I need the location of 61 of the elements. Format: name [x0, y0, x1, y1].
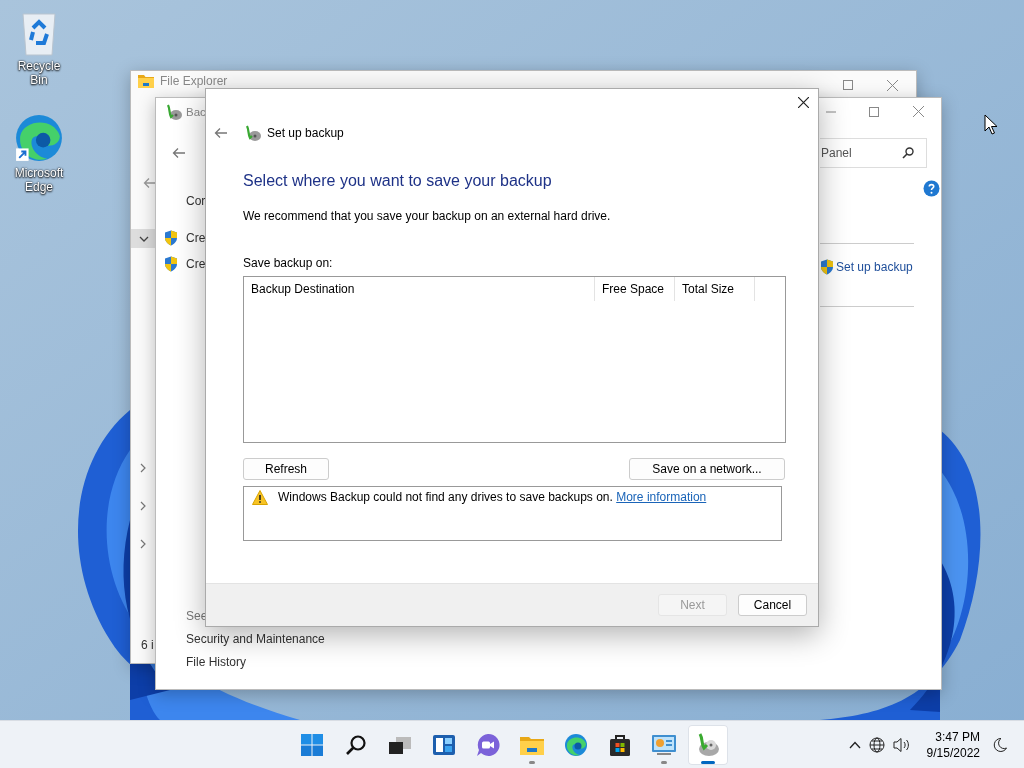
- chevron-right-icon[interactable]: [140, 501, 146, 511]
- description-text: We recommend that you save your backup on an external hard drive.: [243, 209, 611, 223]
- chevron-up-icon[interactable]: [848, 740, 861, 749]
- search-icon[interactable]: [345, 733, 367, 756]
- chevron-down-icon: [138, 235, 149, 242]
- refresh-button[interactable]: Refresh: [243, 458, 329, 480]
- search-field[interactable]: Panel: [820, 146, 902, 160]
- cursor-icon: [984, 114, 998, 135]
- search-icon[interactable]: [902, 147, 914, 159]
- close-icon: [887, 79, 898, 91]
- chevron-right-icon[interactable]: [140, 539, 146, 549]
- control-panel-icon[interactable]: [651, 733, 677, 756]
- task-link[interactable]: Cre: [186, 231, 206, 245]
- list-label: Save backup on:: [243, 256, 333, 270]
- close-icon: [797, 96, 809, 108]
- more-information-link[interactable]: More information: [616, 490, 707, 504]
- dialog-title: Set up backup: [267, 126, 344, 140]
- widgets-icon[interactable]: [432, 733, 456, 756]
- back-arrow-icon[interactable]: [143, 177, 156, 189]
- shield-icon: [164, 256, 178, 272]
- edge-icon[interactable]: [564, 732, 588, 757]
- folder-icon: [138, 74, 154, 88]
- back-arrow-icon[interactable]: [214, 127, 228, 139]
- recycle-bin-icon[interactable]: [19, 10, 59, 56]
- backup-icon: [244, 124, 262, 142]
- maximize-icon: [842, 80, 853, 90]
- globe-icon[interactable]: [868, 736, 885, 753]
- close-icon: [913, 106, 924, 117]
- see-also-link[interactable]: File History: [186, 655, 246, 669]
- setup-backup-link[interactable]: Set up backup: [836, 260, 913, 274]
- minimize-icon: [826, 110, 836, 113]
- backup-icon: [165, 102, 183, 121]
- window-title: File Explorer: [160, 74, 228, 88]
- back-arrow-icon[interactable]: [172, 147, 186, 159]
- chat-icon[interactable]: [476, 732, 500, 757]
- speaker-icon[interactable]: [892, 736, 911, 753]
- help-icon[interactable]: [923, 180, 940, 197]
- dialog-button[interactable]: Cancel: [738, 594, 807, 616]
- panel-heading: Cor: [186, 194, 206, 208]
- start-icon[interactable]: [301, 733, 323, 756]
- save-on-network-button[interactable]: Save on a network...: [629, 458, 785, 480]
- chevron-right-icon[interactable]: [140, 463, 146, 473]
- task-view-icon[interactable]: [388, 734, 412, 755]
- search-box[interactable]: Panel: [820, 138, 927, 168]
- window-title: Bac: [186, 105, 206, 118]
- shield-icon: [164, 230, 178, 246]
- store-icon[interactable]: [609, 732, 631, 757]
- edge-icon[interactable]: [14, 113, 64, 163]
- destination-list[interactable]: Backup Destination Free Space Total Size: [243, 276, 786, 443]
- expand-button[interactable]: [131, 229, 156, 248]
- warning-icon: [252, 490, 268, 505]
- see-also-link[interactable]: Security and Maintenance: [186, 632, 325, 646]
- clock-date[interactable]: 9/15/2022: [926, 744, 980, 761]
- moon-icon[interactable]: [992, 736, 1008, 753]
- warning-message: Windows Backup could not find any drives to save backups on. More information: [278, 490, 707, 504]
- status-text: 6 i: [141, 638, 154, 652]
- maximize-icon: [868, 106, 879, 117]
- clock-time[interactable]: 3:47 PM: [935, 728, 980, 745]
- dialog-heading: Select where you want to save your backup: [243, 172, 552, 190]
- shield-icon: [820, 259, 834, 275]
- task-link[interactable]: Cre: [186, 257, 206, 271]
